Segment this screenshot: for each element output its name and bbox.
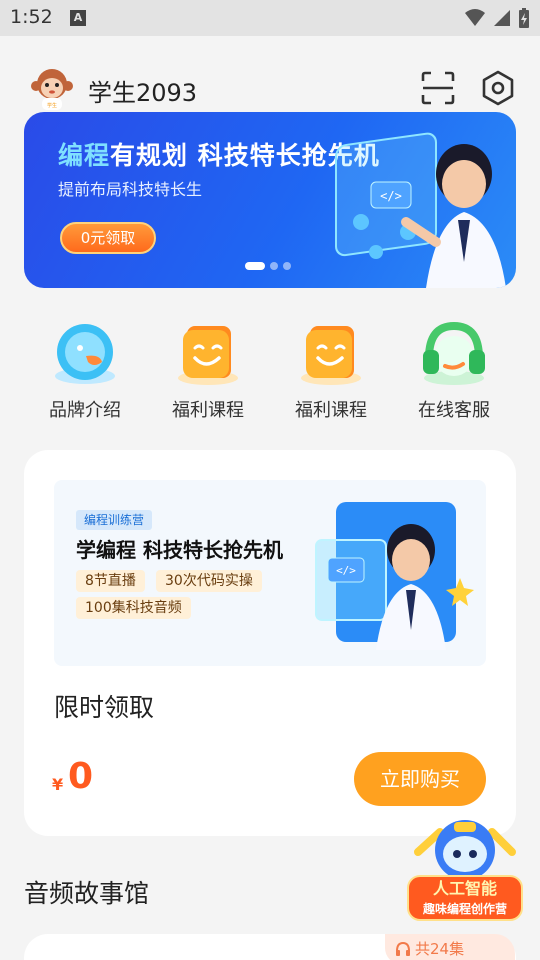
welfare-smile-icon — [178, 326, 238, 385]
brand-bird-icon — [55, 324, 115, 384]
banner-subtitle: 提前布局科技特长生 — [58, 180, 203, 199]
price-currency: ¥ — [52, 775, 64, 794]
status-bar: 1:52 A — [0, 0, 540, 36]
status-time: 1:52 — [10, 6, 53, 28]
quick-link-welfare-1[interactable]: 福利课程 — [153, 318, 263, 422]
course-promo-title: 学编程 科技特长抢先机 — [76, 538, 283, 562]
ai-badge-line1: 人工智能 — [433, 879, 497, 898]
signal-icon — [494, 10, 510, 26]
feature-pill: 8节直播 — [76, 570, 145, 592]
course-boy-illustration: </> — [315, 502, 474, 650]
ai-badge-line2: 趣味编程创作营 — [422, 901, 507, 916]
banner-pagination — [245, 262, 291, 270]
notification-icon: A — [70, 10, 86, 26]
quick-link-welfare-2[interactable]: 福利课程 — [276, 318, 386, 422]
svg-text:学生: 学生 — [47, 102, 57, 109]
pagination-dot-active[interactable] — [245, 262, 265, 270]
ai-camp-floating-badge[interactable]: 人工智能 趣味编程创作营 — [400, 812, 530, 924]
svg-text:</>: </> — [336, 564, 356, 577]
promo-banner[interactable]: 编程有规划 科技特长抢先机 提前布局科技特长生 0元领取 </> — [24, 112, 516, 288]
price-value: 0 — [68, 756, 94, 797]
quick-link-label: 福利课程 — [295, 400, 367, 421]
username: 学生2093 — [88, 79, 198, 107]
headset-icon — [423, 321, 485, 385]
course-tag: 编程训练营 — [76, 510, 153, 530]
quick-link-brand[interactable]: 品牌介绍 — [30, 318, 140, 422]
monkey-avatar-icon[interactable]: 学生 — [30, 66, 74, 112]
quick-link-label: 在线客服 — [418, 400, 490, 421]
pagination-dot[interactable] — [283, 262, 291, 270]
svg-text:</>: </> — [380, 189, 402, 203]
scan-icon[interactable] — [418, 68, 458, 108]
buy-now-button[interactable]: 立即购买 — [354, 752, 486, 806]
course-promo-image[interactable]: 编程训练营 学编程 科技特长抢先机 8节直播 30次代码实操 100集科技音频 … — [54, 480, 486, 666]
course-title: 限时领取 — [54, 693, 155, 722]
banner-boy-illustration: </> — [335, 132, 506, 288]
quick-link-label: 品牌介绍 — [49, 400, 121, 421]
episode-count-badge: 共24集 — [385, 934, 515, 960]
pagination-dot[interactable] — [270, 262, 278, 270]
audio-section-title: 音频故事馆 — [24, 879, 150, 908]
feature-pill: 100集科技音频 — [76, 597, 191, 619]
banner-claim-button[interactable]: 0元领取 — [60, 222, 156, 254]
feature-pill: 30次代码实操 — [156, 570, 262, 592]
quick-link-label: 福利课程 — [172, 400, 244, 421]
course-card: 编程训练营 学编程 科技特长抢先机 8节直播 30次代码实操 100集科技音频 … — [24, 450, 516, 836]
battery-icon — [519, 8, 529, 28]
wifi-icon — [465, 9, 485, 26]
quick-link-support[interactable]: 在线客服 — [399, 318, 509, 422]
settings-icon[interactable] — [478, 68, 518, 108]
headphone-icon — [396, 941, 410, 956]
quick-links: 品牌介绍 福利课程 福利课程 在线客服 — [0, 318, 540, 428]
episode-count-label: 共24集 — [415, 940, 465, 958]
welfare-smile-icon — [301, 326, 361, 385]
banner-title-highlight: 编程 — [58, 141, 111, 170]
status-icons — [464, 7, 530, 29]
